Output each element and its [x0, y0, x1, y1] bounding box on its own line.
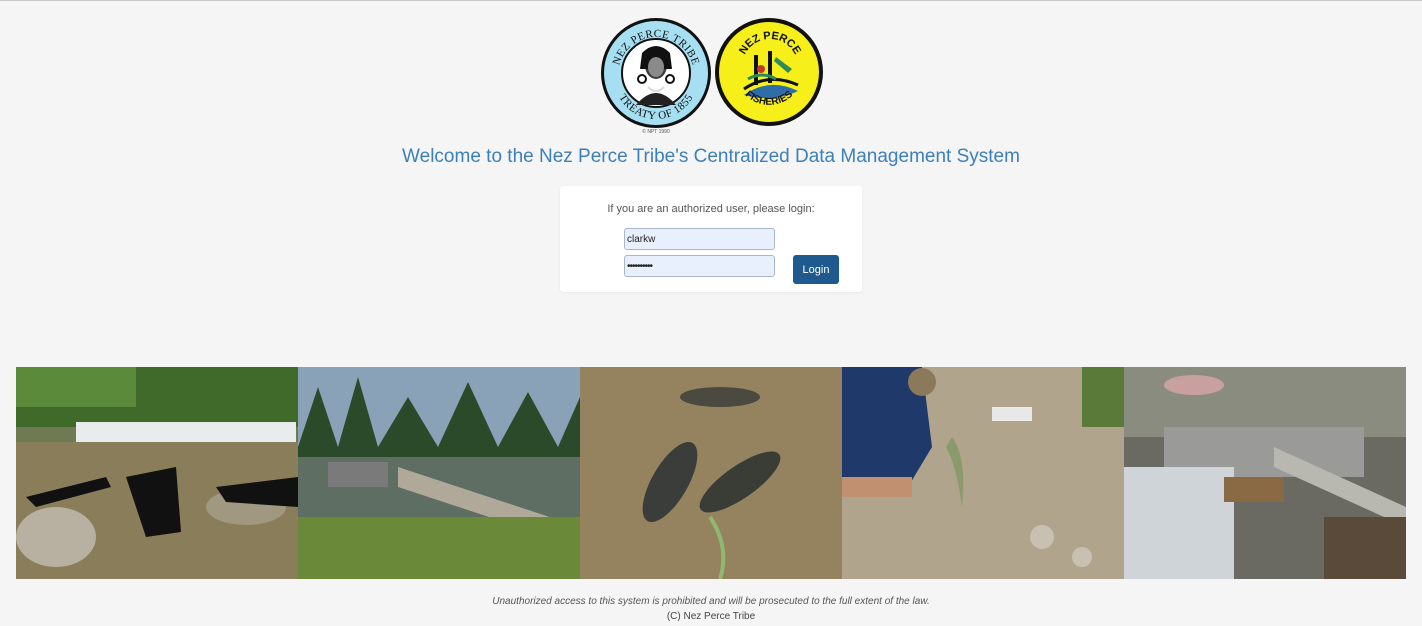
fish-weir-river-photo — [298, 367, 580, 579]
page-title: Welcome to the Nez Perce Tribe's Central… — [402, 146, 1020, 167]
username-field[interactable] — [624, 228, 775, 250]
password-field[interactable] — [624, 255, 775, 277]
nez-perce-tribe-seal-logo: NEZ PERCE TRIBE TREATY OF 1855 © NPT 199… — [598, 17, 714, 135]
login-panel: If you are an authorized user, please lo… — [560, 186, 862, 292]
tribe-logo-copyright: © NPT 1990 — [642, 128, 670, 135]
weir-trap-photo — [1124, 367, 1406, 579]
fish-sampling-photo — [842, 367, 1124, 579]
photo-banner — [16, 367, 1406, 579]
header-logos: NEZ PERCE TRIBE TREATY OF 1855 © NPT 199… — [598, 17, 826, 135]
copyright-text: (C) Nez Perce Tribe — [666, 611, 756, 622]
snorkelers-in-stream-photo — [16, 367, 298, 579]
nez-perce-fisheries-logo: NEZ PERCE FISHERIES — [714, 17, 824, 127]
login-prompt: If you are an authorized user, please lo… — [607, 203, 815, 215]
unauthorized-access-warning: Unauthorized access to this system is pr… — [492, 596, 930, 607]
login-button[interactable]: Login — [793, 255, 839, 284]
salmon-underwater-photo — [580, 367, 842, 579]
